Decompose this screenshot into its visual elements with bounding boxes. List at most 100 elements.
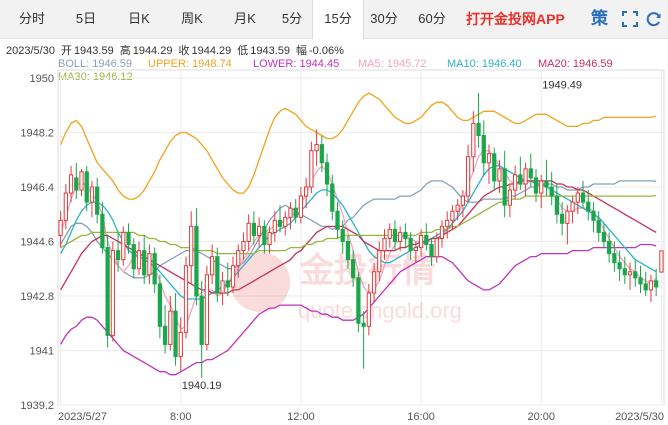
candle-body-down xyxy=(617,262,622,270)
candle-body-up xyxy=(434,237,439,258)
candle-body-up xyxy=(58,219,63,236)
candle-body-down xyxy=(105,247,110,336)
candle-body-down xyxy=(476,122,481,137)
candle-body-up xyxy=(288,207,293,218)
candle xyxy=(403,223,408,248)
candle xyxy=(157,274,162,339)
x-tick-label: 20:00 xyxy=(527,411,555,423)
candle xyxy=(512,165,518,200)
candle-body-up xyxy=(121,231,126,261)
candle-body-down xyxy=(408,237,413,252)
candle-body-up xyxy=(418,234,424,249)
candle xyxy=(335,202,340,239)
candle xyxy=(648,274,654,303)
candle-body-down xyxy=(643,283,648,291)
candle-body-down xyxy=(345,241,351,261)
candle-body-down xyxy=(277,219,283,227)
candle-body-up xyxy=(209,256,215,276)
candle-body-up xyxy=(314,144,319,152)
candle-body-down xyxy=(157,283,162,327)
candle-body-up xyxy=(68,174,74,194)
candle xyxy=(465,144,471,203)
candlestick-chart: 金投行情 quote.cngold.org 19501948.21946.419… xyxy=(20,69,665,423)
candle xyxy=(110,241,115,342)
candle xyxy=(455,199,460,221)
candle-body-up xyxy=(648,280,654,291)
candle-body-down xyxy=(554,195,560,215)
candle-body-up xyxy=(147,253,152,276)
candle-body-up xyxy=(283,216,288,227)
candle xyxy=(445,211,450,239)
candle-body-up xyxy=(377,250,382,273)
candle-body-down xyxy=(481,135,486,164)
candle xyxy=(596,211,601,242)
candle xyxy=(570,196,575,224)
candle-body-up xyxy=(168,310,173,345)
candle-body-down xyxy=(392,228,398,242)
candle-body-up xyxy=(455,204,460,212)
candle-body-down xyxy=(528,168,533,179)
candle xyxy=(79,168,84,197)
candle-body-up xyxy=(570,201,575,212)
candle-body-up xyxy=(539,180,544,194)
candle-body-up xyxy=(486,153,492,164)
candle xyxy=(549,171,554,206)
candle-body-down xyxy=(591,210,596,221)
candle-body-up xyxy=(236,250,241,267)
candle xyxy=(246,214,251,251)
candle xyxy=(95,177,100,224)
x-tick-label: 16:00 xyxy=(407,411,435,423)
y-tick-label: 1941 xyxy=(30,346,54,358)
candle-body-up xyxy=(230,265,236,288)
candle-body-down xyxy=(319,144,324,164)
x-tick-label: 8:00 xyxy=(170,411,191,423)
candle-body-up xyxy=(627,271,633,276)
candle-body-down xyxy=(502,168,507,206)
candle xyxy=(147,244,152,284)
candle-body-up xyxy=(136,250,142,270)
candle xyxy=(643,271,648,296)
candle-body-up xyxy=(267,231,272,246)
candle-body-up xyxy=(371,271,377,294)
candle xyxy=(283,211,288,236)
candle xyxy=(183,256,189,339)
candle-body-down xyxy=(549,186,554,197)
candle xyxy=(262,220,267,254)
candle-body-down xyxy=(335,210,340,230)
candle-body-down xyxy=(173,310,178,358)
candle-body-down xyxy=(95,186,100,215)
candle-body-up xyxy=(204,274,210,345)
candle xyxy=(152,247,157,293)
x-tick-label: 2023/5/30 xyxy=(615,411,664,423)
candle xyxy=(439,220,445,248)
y-tick-label: 1950 xyxy=(30,73,54,85)
candle xyxy=(554,183,560,224)
candle-body-up xyxy=(575,192,580,203)
candle-body-down xyxy=(142,250,147,276)
candle xyxy=(356,271,361,333)
candle-body-down xyxy=(162,325,168,345)
candle xyxy=(63,183,68,230)
candle-body-up xyxy=(298,195,304,218)
candle-body-up xyxy=(189,225,194,267)
candle-body-down xyxy=(424,234,429,246)
candle xyxy=(471,111,476,172)
candle-body-up xyxy=(183,265,189,333)
y-tick-label: 1948.2 xyxy=(20,128,54,140)
candle-body-down xyxy=(638,277,643,285)
candle-body-down xyxy=(194,225,199,297)
candle-body-down xyxy=(340,228,345,242)
candle-body-down xyxy=(518,174,523,185)
candle-body-down xyxy=(654,280,659,288)
candle-body-down xyxy=(607,241,612,255)
candle xyxy=(298,187,304,224)
candle xyxy=(476,93,481,148)
candle-body-up xyxy=(309,150,314,188)
candle-body-up xyxy=(382,237,387,252)
candle-body-down xyxy=(403,231,408,239)
y-tick-label: 1944.6 xyxy=(20,237,54,249)
candle xyxy=(204,265,210,351)
candle xyxy=(162,305,168,354)
candle-body-down xyxy=(100,213,105,249)
candle-body-down xyxy=(115,250,121,261)
